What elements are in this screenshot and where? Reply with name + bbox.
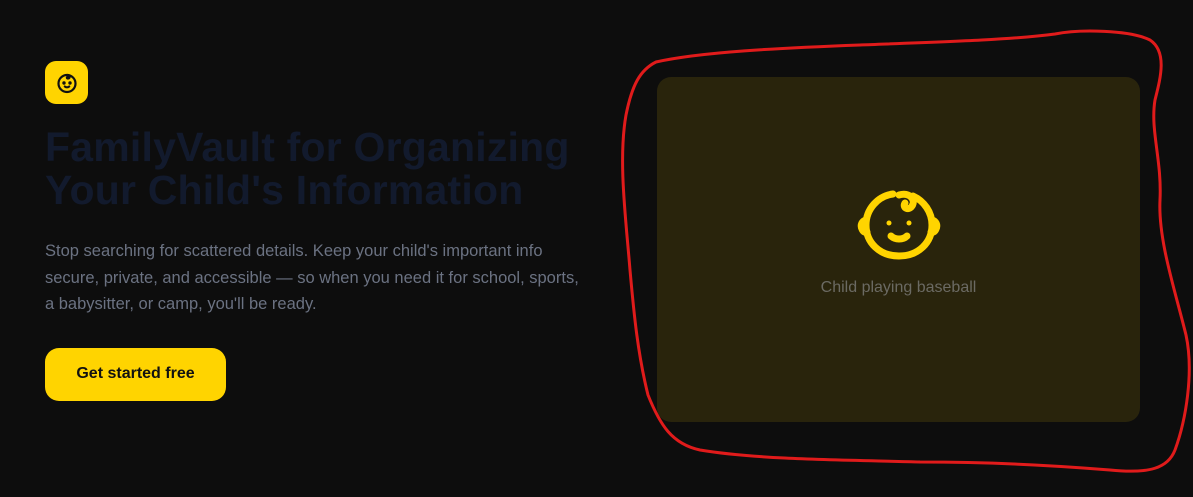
baby-face-icon	[857, 190, 940, 259]
hero-subtitle: Stop searching for scattered details. Ke…	[45, 242, 579, 313]
baby-face-icon	[56, 73, 77, 93]
image-caption: Child playing baseball	[820, 278, 977, 296]
page-title: FamilyVault for Organizing Your Child's …	[45, 124, 570, 213]
hero-section: FamilyVault for Organizing Your Child's …	[0, 0, 1193, 497]
get-started-button[interactable]: Get started free	[45, 347, 226, 401]
hero-image-placeholder: Child playing baseball	[657, 77, 1140, 422]
brand-logo	[45, 61, 88, 104]
hero-text-column: FamilyVault for Organizing Your Child's …	[45, 61, 605, 401]
